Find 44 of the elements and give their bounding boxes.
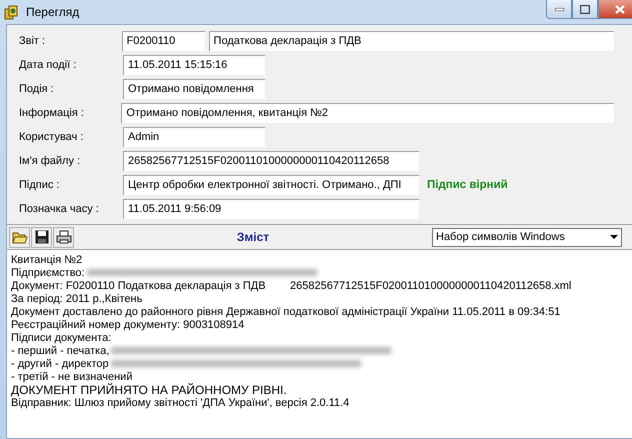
text-field[interactable]: Admin: [123, 127, 265, 147]
text-field[interactable]: Податкова декларація з ПДВ: [208, 31, 614, 51]
encoding-dropdown[interactable]: Набор символів Windows: [432, 228, 622, 246]
minimize-icon: [554, 8, 564, 10]
text-field[interactable]: Отримано повідомлення: [123, 79, 265, 99]
caret-icon: [610, 235, 618, 239]
text-field[interactable]: Отримано повідомлення, квитанція №2: [121, 103, 614, 123]
content-line: Підприємство:: [11, 266, 85, 278]
open-folder-icon[interactable]: [9, 226, 30, 248]
field-label: Ім'я файлу :: [18, 155, 82, 167]
text-field[interactable]: 26582567712515F0200110100000000110420112658: [123, 151, 419, 171]
content-line: Підписи документа:: [11, 332, 112, 344]
signature-status: Підпис вірний: [427, 179, 508, 191]
field-label: Інформація :: [18, 107, 85, 119]
section-title: Зміст: [236, 230, 270, 244]
content-line: Квитанція №2: [11, 254, 82, 266]
field-label: Звіт :: [18, 35, 46, 47]
maximize-icon: [580, 4, 590, 14]
content-line: За період: 2011 р.,Квітень: [11, 292, 142, 304]
content-line: - перший - печатка,: [11, 344, 110, 356]
maximize-button[interactable]: [572, 0, 598, 19]
content-line: Відправник: Шлюз прийому звітності 'ДПА України', версія 2.0.11.4: [11, 396, 350, 408]
field-label: Дата події :: [18, 59, 78, 71]
content-line: - другий - директор: [11, 358, 109, 370]
field-label: Позначка часу :: [18, 203, 100, 215]
field-label: Користувач :: [18, 131, 84, 143]
close-button[interactable]: [598, 0, 632, 19]
field-label: Підпис :: [18, 179, 60, 191]
content-line: Документ: F0200110 Податкова декларація з ПДВ 26582567712515F0200110100000000110420112658.xml: [11, 280, 572, 292]
app-icon: [4, 4, 20, 20]
text-field[interactable]: Центр обробки електронної звітності. Отримано., ДПІ: [123, 175, 419, 195]
text-field[interactable]: 11.05.2011 15:15:16: [123, 55, 265, 75]
text-field[interactable]: 11.05.2011 9:56:09: [123, 199, 419, 219]
content-line: - третій - не визначений: [11, 370, 132, 382]
save-icon[interactable]: [31, 226, 52, 248]
content-line: Реєстраційний номер документу: 9003108914: [11, 318, 244, 330]
field-label: Подія :: [18, 83, 55, 95]
minimize-button[interactable]: [546, 0, 572, 19]
content-line: Документ доставлено до районного рівня Державної податкової адміністрації України 11.05.2011 в 09:34:51: [11, 306, 560, 318]
window-title: Перегляд: [26, 5, 80, 19]
text-field[interactable]: F0200110: [122, 31, 205, 51]
close-icon: [615, 4, 625, 14]
print-icon[interactable]: [53, 226, 74, 248]
content-line: ДОКУМЕНТ ПРИЙНЯТО НА РАЙОННОМУ РІВНІ.: [11, 382, 287, 396]
